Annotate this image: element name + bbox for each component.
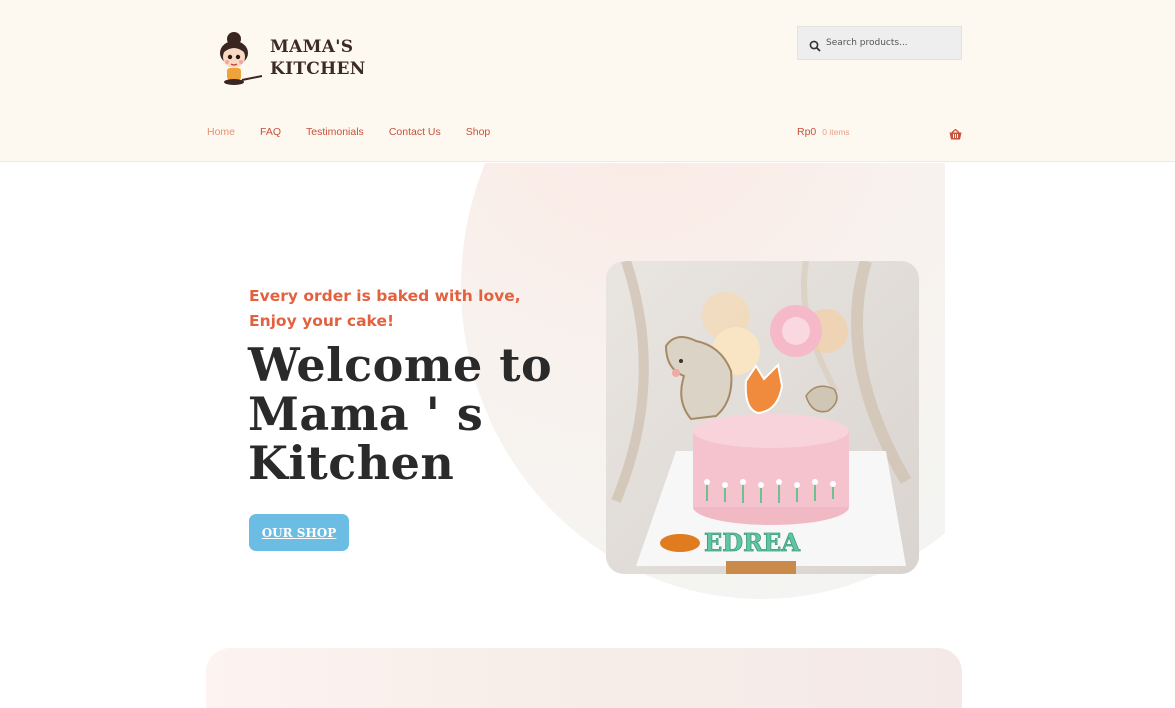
header-cart[interactable]: Rp0 0 items (797, 126, 962, 140)
brand-name-line1: MAMA'S (270, 37, 354, 57)
cake-name-text: EDREA (704, 528, 800, 557)
main-nav: Home FAQ Testimonials Contact Us Shop (207, 126, 515, 138)
hero-title: Welcome to Mama ' s Kitchen (248, 338, 553, 490)
nav-item-contact-us[interactable]: Contact Us (389, 126, 441, 138)
hero-cake-image: EDREA (606, 261, 919, 574)
search-input[interactable] (826, 38, 951, 48)
nav-item-home[interactable]: Home (207, 126, 235, 138)
brand-name: MAMA'S KITCHEN (270, 36, 366, 80)
our-shop-button[interactable]: OUR SHOP (249, 514, 349, 551)
next-section-preview (206, 648, 962, 708)
site-logo[interactable]: MAMA'S KITCHEN (214, 26, 366, 90)
site-header: MAMA'S KITCHEN Home FAQ Testimonials Con… (0, 0, 1175, 162)
nav-item-testimonials[interactable]: Testimonials (306, 126, 364, 138)
nav-item-shop[interactable]: Shop (466, 126, 491, 138)
cart-amount[interactable]: Rp0 (797, 126, 816, 138)
hero-section: Every order is baked with love, Enjoy yo… (0, 163, 1175, 633)
search-icon[interactable] (809, 37, 821, 52)
hero-tagline: Every order is baked with love, Enjoy yo… (249, 287, 521, 330)
cart-count[interactable]: 0 items (822, 127, 849, 137)
product-search (797, 26, 962, 60)
basket-icon[interactable] (949, 127, 962, 140)
nav-item-faq[interactable]: FAQ (260, 126, 281, 138)
brand-name-line2: KITCHEN (270, 59, 366, 79)
chef-mascot-icon (214, 26, 266, 90)
